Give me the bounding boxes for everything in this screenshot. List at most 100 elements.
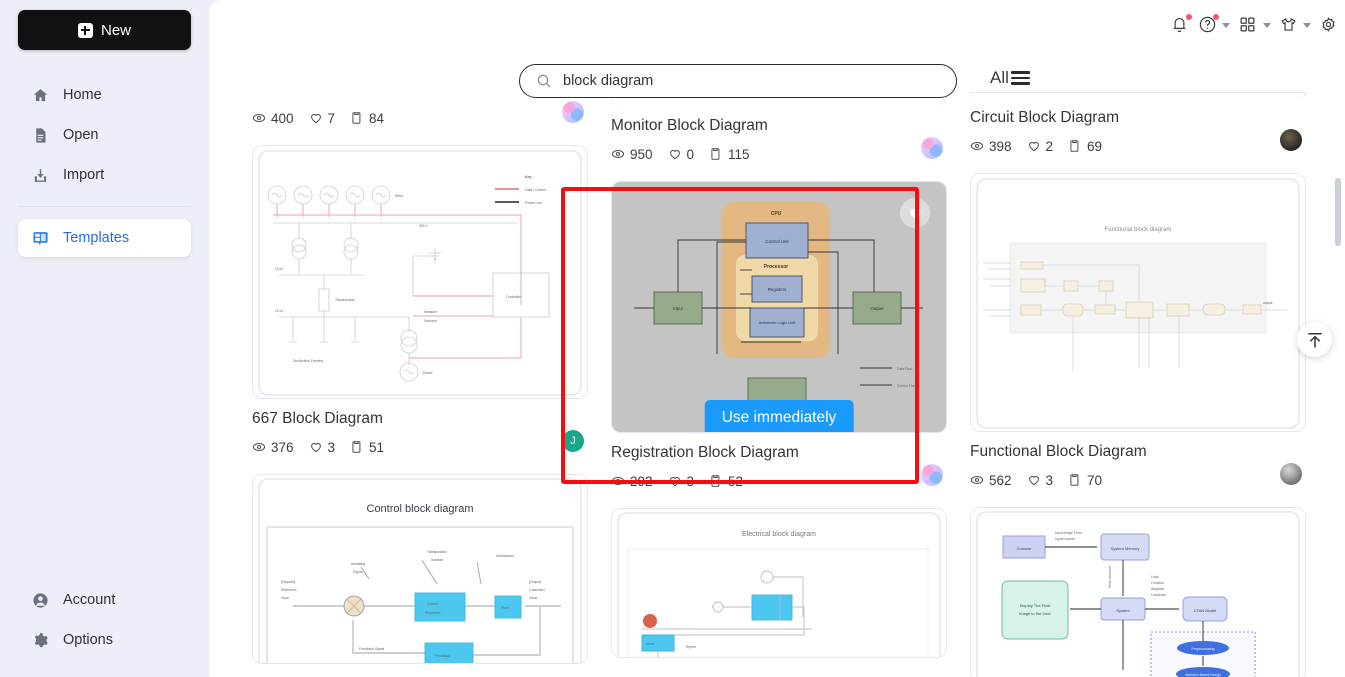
list-item[interactable]: Wind 690 V 11 kV 11 kV Transmission Dist… bbox=[252, 145, 588, 460]
new-button-label: New bbox=[100, 21, 131, 39]
views-stat: 292 bbox=[611, 474, 653, 489]
svg-text:hyperLearner: hyperLearner bbox=[1055, 537, 1076, 541]
card-thumbnail-partial[interactable] bbox=[970, 92, 1306, 98]
list-item[interactable]: Electrical block diagram Motor Report bbox=[611, 508, 947, 658]
avatar bbox=[921, 464, 943, 486]
likes-count: 7 bbox=[327, 110, 336, 126]
views-count: 400 bbox=[271, 110, 294, 126]
sidebar-item-label: Home bbox=[63, 87, 102, 103]
views-count: 376 bbox=[271, 439, 294, 455]
svg-text:CTAN Model: CTAN Model bbox=[1194, 608, 1217, 613]
svg-text:Controlled: Controlled bbox=[529, 588, 545, 592]
svg-text:Reference: Reference bbox=[281, 588, 297, 592]
card-thumbnail[interactable]: Control block diagram [Setpoint] Referen… bbox=[252, 474, 588, 664]
avatar bbox=[1280, 463, 1302, 485]
list-item[interactable]: Functional block diagram output Function… bbox=[970, 173, 1306, 493]
likes-count: 3 bbox=[1045, 472, 1054, 488]
sidebar-nav: Home Open Import Templates bbox=[0, 76, 209, 257]
heart-icon bbox=[909, 209, 921, 219]
new-button[interactable]: New bbox=[18, 10, 191, 50]
list-item[interactable]: Circuit Block Diagram 398 2 69 bbox=[970, 92, 1306, 159]
svg-text:Motor: Motor bbox=[646, 642, 656, 646]
svg-text:Electrical block diagram: Electrical block diagram bbox=[742, 531, 816, 538]
list-item[interactable]: Monitor Block Diagram 950 0 115 bbox=[611, 92, 947, 167]
likes-stat: 3 bbox=[1027, 472, 1054, 488]
document-icon bbox=[32, 127, 49, 144]
svg-text:Display The Final: Display The Final bbox=[1020, 603, 1051, 608]
svg-text:Semi-Inductive: Semi-Inductive bbox=[1108, 565, 1112, 588]
sidebar-item-templates[interactable]: Templates bbox=[18, 219, 191, 257]
list-item[interactable]: Control block diagram [Setpoint] Referen… bbox=[252, 474, 588, 664]
gear-icon[interactable] bbox=[1319, 15, 1339, 35]
copies-count: 84 bbox=[369, 110, 385, 126]
card-stats: 950 0 115 bbox=[611, 137, 947, 167]
main-content: 400 7 84 Wind 690 V 11 kV 11 kV Transmis… bbox=[209, 0, 1345, 677]
views-stat: 398 bbox=[970, 139, 1012, 154]
sidebar-item-open[interactable]: Open bbox=[18, 116, 191, 154]
list-item[interactable]: Console System Memory System CTAN Model … bbox=[970, 507, 1306, 677]
bell-icon[interactable] bbox=[1170, 14, 1192, 35]
list-item[interactable]: CPU Processor Control Unit Registers Ari… bbox=[611, 181, 947, 494]
svg-text:Arithmetic Logic Unit: Arithmetic Logic Unit bbox=[759, 320, 797, 325]
filter-all[interactable]: All bbox=[990, 68, 1030, 88]
card-thumbnail[interactable]: Electrical block diagram Motor Report bbox=[611, 508, 947, 658]
svg-text:System Memory: System Memory bbox=[1111, 546, 1140, 551]
search-bar[interactable] bbox=[519, 64, 957, 98]
svg-text:Distribution Feeders: Distribution Feeders bbox=[293, 359, 324, 363]
use-immediately-button[interactable]: Use immediately bbox=[704, 400, 854, 432]
card-thumbnail[interactable]: Functional block diagram output bbox=[970, 173, 1306, 432]
svg-text:Input Image From: Input Image From bbox=[1055, 531, 1082, 535]
likes-count: 2 bbox=[1045, 138, 1054, 154]
power-grid-artwork: Wind 690 V 11 kV 11 kV Transmission Dist… bbox=[253, 146, 587, 398]
svg-text:Attention Based Design: Attention Based Design bbox=[1185, 673, 1221, 677]
svg-text:Lockdown: Lockdown bbox=[1151, 593, 1166, 597]
copies-stat: 52 bbox=[709, 474, 743, 489]
gear-icon bbox=[32, 632, 49, 649]
favorite-button[interactable] bbox=[900, 198, 930, 228]
card-thumbnail[interactable]: Wind 690 V 11 kV 11 kV Transmission Dist… bbox=[252, 145, 588, 399]
search-input[interactable] bbox=[563, 73, 940, 89]
svg-text:System: System bbox=[1116, 608, 1130, 613]
notification-badge bbox=[1185, 14, 1192, 20]
card-stats: 562 3 70 bbox=[970, 463, 1306, 493]
sidebar-item-import[interactable]: Import bbox=[18, 156, 191, 194]
card-thumbnail[interactable]: Console System Memory System CTAN Model … bbox=[970, 507, 1306, 677]
apps-chevron-down-icon[interactable] bbox=[1262, 22, 1271, 28]
shirt-icon[interactable] bbox=[1279, 15, 1299, 35]
help-chevron-down-icon[interactable] bbox=[1222, 22, 1231, 28]
apps-grid-icon[interactable] bbox=[1238, 15, 1258, 35]
svg-text:Control Unit: Control Unit bbox=[765, 239, 789, 244]
grid-column-2: Monitor Block Diagram 950 0 115 CPU Proc… bbox=[611, 0, 947, 677]
card-thumbnail[interactable]: CPU Processor Control Unit Registers Ari… bbox=[611, 181, 947, 433]
sidebar-item-account[interactable]: Account bbox=[18, 581, 191, 619]
sidebar-item-label: Templates bbox=[63, 230, 130, 246]
svg-text:Control: Control bbox=[427, 602, 438, 606]
svg-text:Controller: Controller bbox=[506, 295, 522, 299]
svg-text:[Setpoint]: [Setpoint] bbox=[281, 580, 295, 584]
views-count: 562 bbox=[989, 472, 1012, 488]
svg-text:Console: Console bbox=[1017, 546, 1032, 551]
svg-text:Registers: Registers bbox=[768, 287, 787, 292]
svg-text:Key:: Key: bbox=[525, 175, 532, 179]
upload-button[interactable] bbox=[1297, 322, 1332, 357]
svg-text:Control Flow: Control Flow bbox=[897, 384, 917, 388]
copies-count: 115 bbox=[728, 146, 750, 162]
svg-text:Actuating: Actuating bbox=[351, 562, 365, 566]
sidebar-item-home[interactable]: Home bbox=[18, 76, 191, 114]
sidebar: New Home Open Import Templates Account O… bbox=[0, 0, 209, 677]
likes-stat: 3 bbox=[668, 474, 694, 489]
list-item[interactable]: 400 7 84 bbox=[252, 101, 588, 131]
svg-text:Control block diagram: Control block diagram bbox=[367, 503, 474, 515]
svg-text:Measure: Measure bbox=[424, 310, 437, 314]
shirt-chevron-down-icon[interactable] bbox=[1303, 22, 1312, 28]
sidebar-item-label: Options bbox=[63, 632, 113, 648]
sidebar-item-options[interactable]: Options bbox=[18, 621, 191, 659]
page-scrollbar[interactable] bbox=[1335, 178, 1341, 246]
views-stat: 562 bbox=[970, 473, 1012, 488]
hamburger-icon[interactable] bbox=[1010, 71, 1030, 85]
sidebar-item-label: Open bbox=[63, 127, 99, 143]
svg-text:Functional block diagram: Functional block diagram bbox=[1105, 227, 1172, 233]
svg-text:[Output]: [Output] bbox=[529, 580, 541, 584]
electrical-artwork: Electrical block diagram Motor Report bbox=[612, 509, 946, 657]
help-icon[interactable] bbox=[1198, 14, 1220, 35]
